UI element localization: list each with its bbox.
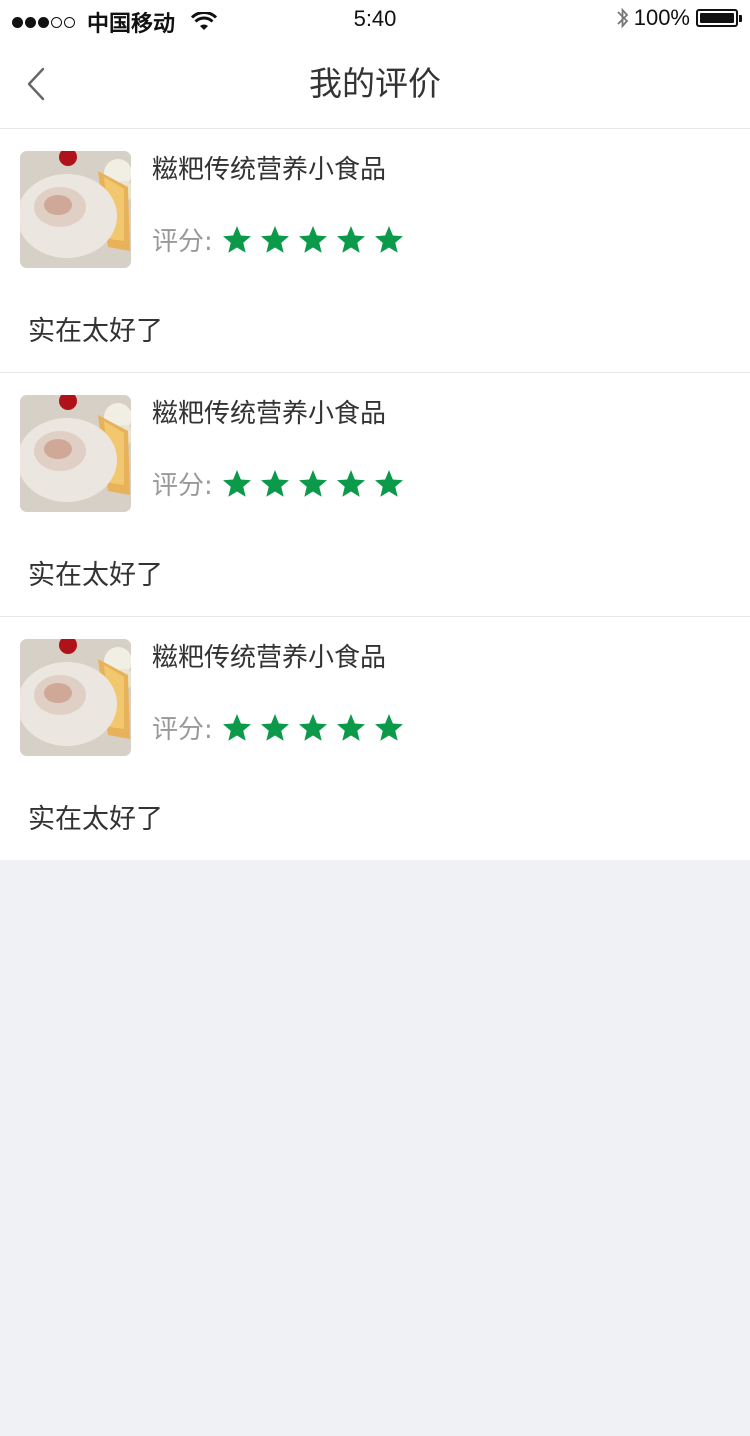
product-name[interactable]: 糍粑传统营养小食品 bbox=[152, 393, 386, 430]
status-bar: 中国移动 5:40 100% bbox=[0, 0, 750, 40]
star-icon bbox=[260, 713, 289, 741]
rating-row: 评分: bbox=[152, 465, 411, 502]
star-icon bbox=[298, 225, 327, 253]
product-thumbnail[interactable] bbox=[20, 395, 131, 512]
star-icon bbox=[336, 713, 365, 741]
review-item[interactable]: 糍粑传统营养小食品 评分: 实在太好了 bbox=[0, 373, 750, 617]
review-item[interactable]: 糍粑传统营养小食品 评分: 实在太好了 bbox=[0, 129, 750, 373]
star-icon bbox=[298, 469, 327, 497]
star-icon bbox=[260, 469, 289, 497]
star-icon bbox=[374, 713, 403, 741]
star-icon bbox=[374, 225, 403, 253]
nav-bar: 我的评价 bbox=[0, 40, 750, 129]
battery-icon bbox=[696, 9, 742, 27]
product-image bbox=[20, 639, 131, 756]
rating-row: 评分: bbox=[152, 709, 411, 746]
product-thumbnail[interactable] bbox=[20, 151, 131, 268]
rating-label: 评分: bbox=[152, 471, 213, 501]
product-image bbox=[20, 151, 131, 268]
star-icon bbox=[374, 469, 403, 497]
review-list: 糍粑传统营养小食品 评分: 实在太好了 糍粑传统营养小食品 评分: 实在太好了 … bbox=[0, 129, 750, 860]
star-icon bbox=[222, 225, 251, 253]
star-icon bbox=[222, 469, 251, 497]
product-name[interactable]: 糍粑传统营养小食品 bbox=[152, 637, 386, 674]
rating-row: 评分: bbox=[152, 221, 411, 258]
review-item[interactable]: 糍粑传统营养小食品 评分: 实在太好了 bbox=[0, 617, 750, 860]
bluetooth-icon bbox=[617, 7, 628, 29]
rating-label: 评分: bbox=[152, 715, 213, 745]
product-thumbnail[interactable] bbox=[20, 639, 131, 756]
star-icon bbox=[222, 713, 251, 741]
review-text: 实在太好了 bbox=[28, 804, 163, 835]
page-title: 我的评价 bbox=[309, 64, 441, 103]
battery-percent: 100% bbox=[633, 5, 690, 30]
review-text: 实在太好了 bbox=[28, 560, 163, 591]
rating-label: 评分: bbox=[152, 227, 213, 257]
star-icon bbox=[298, 713, 327, 741]
review-text: 实在太好了 bbox=[28, 316, 163, 347]
product-image bbox=[20, 395, 131, 512]
star-icon bbox=[260, 225, 289, 253]
star-icon bbox=[336, 225, 365, 253]
product-name[interactable]: 糍粑传统营养小食品 bbox=[152, 149, 386, 186]
star-icon bbox=[336, 469, 365, 497]
status-right: 100% bbox=[616, 5, 742, 31]
